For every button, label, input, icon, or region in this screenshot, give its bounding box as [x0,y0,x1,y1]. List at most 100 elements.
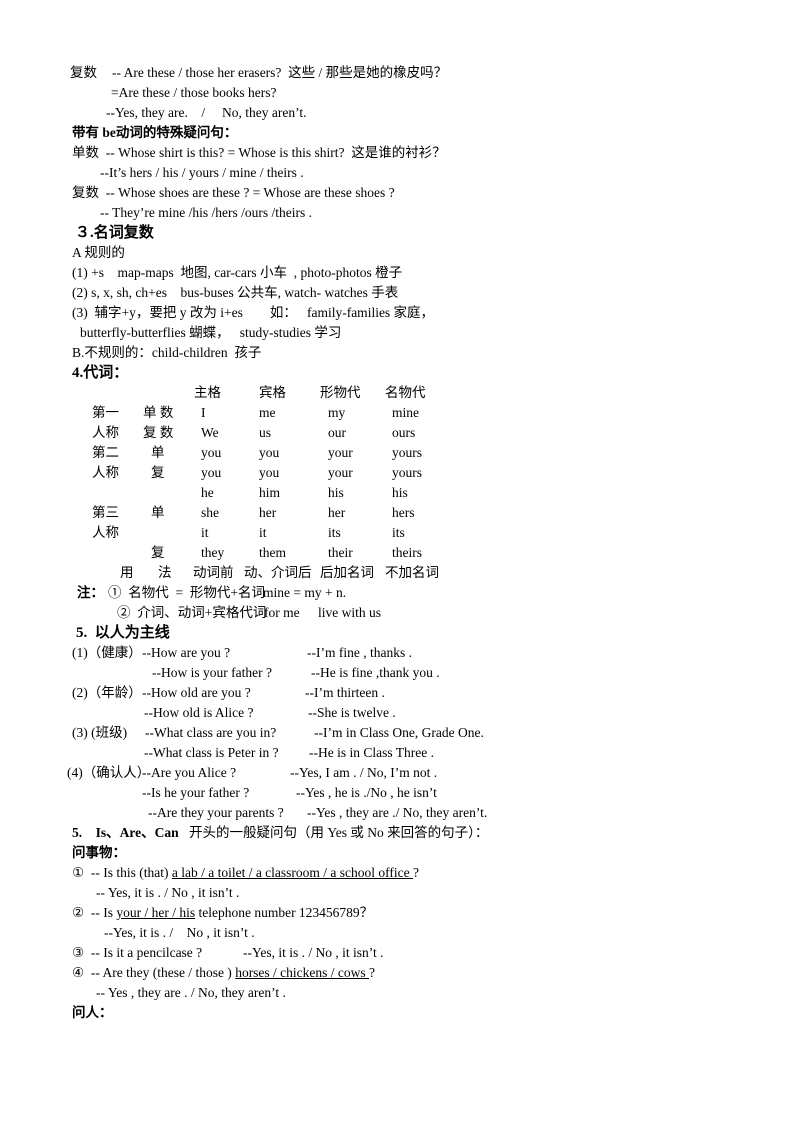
text-line: --He is fine ,thank you . [311,665,440,680]
document-page: 复数 -- Are these / those her erasers? 这些 /… [0,0,794,1123]
text-line: 法 [158,565,172,580]
text-line: ③ -- Is it a pencilcase ? [72,945,203,960]
text-line: their [328,545,353,560]
text-line: its [392,525,405,540]
text-line: you [259,465,280,480]
text-line: 人称 [92,525,119,540]
text-line: --Yes, it is . / No , it isn’t . [243,945,384,960]
text-line: 复 [151,465,165,480]
text-line: my [328,405,346,420]
text-line: 单 [151,445,165,460]
text-line: --Yes, it is . / No , it isn’t . [104,925,255,940]
text-line: them [259,545,286,560]
text-line: --How are you ? [142,645,231,660]
text-line: it [259,525,267,540]
text-line: ② -- Is your / her / his telephone numbe… [72,905,373,921]
text-line: 开头的一般疑问句（用 Yes 或 No 来回答的句子）： [189,825,489,840]
text-line: they [201,545,225,560]
text-line: 后加名词 [320,565,374,580]
text-line: 宾格 [259,385,286,400]
text-line: 5. 以人为主线 [76,625,170,641]
text-line: ④ -- Are they (these / those ) horses / … [72,965,375,981]
text-line: (1)（健康） [72,645,142,660]
text-line: --Yes , they are ./ No, they aren’t. [307,805,488,820]
text-line: me [259,405,276,420]
text-line: --How is your father ? [152,665,272,680]
text-line: --Are you Alice ? [142,765,237,780]
text-run: ? [413,865,420,880]
text-line: 复 [151,545,165,560]
text-line: live with us [318,605,381,620]
text-line: yours [392,465,422,480]
text-line: (3) (班级) [72,725,128,740]
text-line: 第三 [92,505,119,520]
text-line: --I’m thirteen . [305,685,385,700]
text-line: it [201,525,209,540]
text-run: ? [369,965,376,980]
text-line: her [328,505,346,520]
text-line: 复 数 [143,425,174,440]
text-line: 复数 -- Whose shoes are these ? = Whose ar… [72,185,395,200]
text-line: ② 介词、动词+宾格代词 [117,605,267,620]
text-line: 人称 [92,465,119,480]
underlined-text: a lab / a toilet / a classroom / a schoo… [171,865,414,880]
text-line: 注： [77,585,104,600]
text-line: =Are these / those books hers? [111,85,277,100]
text-line: ours [392,425,416,440]
text-line: your [328,465,353,480]
text-line: 人称 [92,425,119,440]
text-line: --Yes , he is ./No , he isn’t [296,785,437,800]
text-run: ② -- Is [72,905,117,920]
text-line: mine = my + n. [263,585,347,600]
text-line: his [392,485,408,500]
text-line: --What class is Peter in ? [144,745,279,760]
text-line: her [259,505,277,520]
text-line: --How old are you ? [142,685,251,700]
text-line: --I’m fine , thanks . [307,645,412,660]
text-line: our [328,425,346,440]
text-line: 5. Is、Are、Can [72,825,179,840]
text-line: 单 [151,505,165,520]
text-line: ① 名物代 = 形物代+名词 [108,585,265,600]
text-line: you [259,445,280,460]
text-line: --How old is Alice ? [144,705,254,720]
text-line: --Yes, they are. / No, they aren’t. [106,105,307,120]
text-line: its [328,525,341,540]
text-line: --She is twelve . [308,705,396,720]
text-line: -- They’re mine /his /hers /ours /theirs… [100,205,312,220]
text-line: hers [392,505,415,520]
text-line: -- Are these / those her erasers? 这些 / 那… [112,65,448,80]
text-line: 名物代 [385,385,426,400]
text-line: 第二 [92,445,119,460]
text-line: yours [392,445,422,460]
text-line: 动、介词后 [244,565,312,580]
text-line: 单数 -- Whose shirt is this? = Whose is th… [72,145,446,160]
text-line: mine [392,405,419,420]
text-line: --It’s hers / his / yours / mine / their… [100,165,304,180]
text-line: his [328,485,344,500]
text-line: A 规则的 [72,245,125,260]
text-line: (3) 辅字+y，要把 y 改为 i+es 如： family-families… [72,305,435,320]
underlined-text: horses / chickens / cows [235,965,370,980]
text-line: -- Yes, it is . / No , it isn’t . [96,885,240,900]
text-line: 用 [120,565,134,580]
text-line: 形物代 [320,385,361,400]
text-run: telephone number 123456789？ [195,905,374,920]
text-line: him [259,485,281,500]
text-line: theirs [392,545,422,560]
text-line: 第一 [92,405,119,420]
text-line: --Yes, I am . / No, I’m not . [290,765,438,780]
text-line: you [201,445,222,460]
text-line: 带有 be动词的特殊疑问句： [72,125,238,140]
text-line: 4.代词： [72,365,129,381]
text-run: ① -- Is this (that) [72,865,172,880]
text-line: (2) s, x, sh, ch+es bus-buses 公共车, watch… [72,285,399,300]
text-line: --Is he your father ? [142,785,250,800]
text-line: I [201,405,206,420]
text-line: he [201,485,214,500]
text-line: B.不规则的：child-children 孩子 [72,345,262,360]
text-line: us [259,425,272,440]
text-line: your [328,445,353,460]
text-line: 问人： [72,1005,113,1020]
text-line: she [201,505,219,520]
